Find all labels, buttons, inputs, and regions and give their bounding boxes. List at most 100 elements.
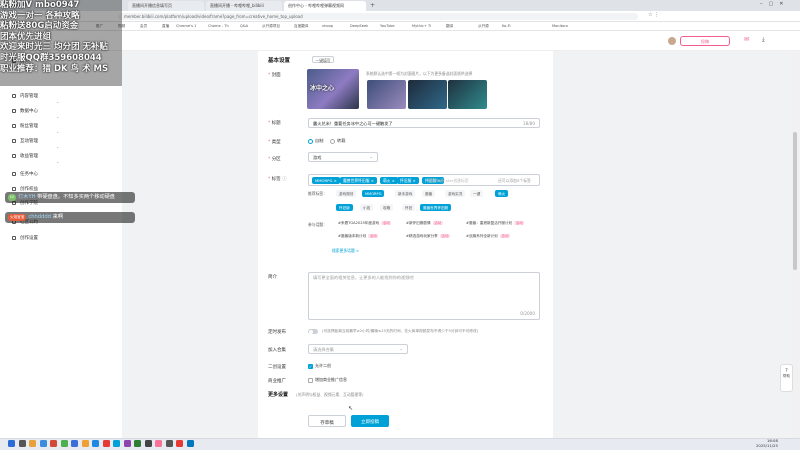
taskbar-app-icon[interactable] — [71, 440, 78, 447]
tag-chip[interactable]: 萌火 × — [380, 176, 398, 184]
tag-chip[interactable]: MMORPG × — [312, 176, 340, 184]
sidebar-item-money[interactable]: 收益管理 ⌄ — [12, 153, 59, 164]
taskbar-app-icon[interactable] — [186, 440, 194, 447]
taskbar-app-icon[interactable] — [165, 440, 173, 447]
topic-item[interactable]: #新怀旧服剧情 活动 — [406, 221, 443, 226]
bookmark-item[interactable]: Mythic+ Ti — [412, 24, 431, 28]
scrollbar-thumb[interactable] — [793, 132, 797, 270]
bookmark-item[interactable]: 从开源项目 — [262, 24, 280, 29]
bookmark-item[interactable]: 从开源 — [478, 24, 489, 29]
taskbar-app-icon[interactable] — [176, 440, 183, 447]
sidebar-item-data[interactable]: 数据中心 ⌄ — [12, 108, 59, 119]
sidebar-item-chat[interactable]: 互动管理 ⌄ — [12, 138, 59, 149]
recommended-tag[interactable]: 萌火 — [495, 190, 509, 197]
taskbar-app-icon[interactable] — [60, 440, 68, 447]
browser-tab[interactable]: 直播间开播信息填写页 — [128, 1, 204, 11]
sidebar-item-settings[interactable]: 创作设置 — [12, 235, 38, 241]
second-creation-checkbox[interactable]: ✓ 允许二创 — [308, 363, 331, 369]
cover-frame-option[interactable] — [367, 80, 406, 109]
topic-badge: 活动 — [514, 221, 525, 225]
recommended-tag[interactable]: 魔兽世界怀旧服 — [420, 204, 452, 211]
upload-button[interactable]: 投稿 — [680, 36, 730, 46]
window-controls-icon[interactable]: –▢✕ — [760, 1, 789, 7]
commercial-checkbox[interactable]: 增加商业推广信息 — [308, 377, 347, 383]
bookmark-item[interactable]: 会员 — [140, 24, 147, 29]
taskbar-app-icon[interactable] — [39, 440, 47, 447]
bookmark-item[interactable]: 百度翻译 — [294, 24, 308, 29]
topic-text: #新怀旧服剧情 — [406, 221, 431, 225]
download-icon[interactable]: ⤓ — [762, 36, 765, 44]
topic-badge: 活动 — [499, 234, 510, 238]
save-draft-button[interactable]: 存草稿 — [308, 415, 346, 427]
extensions-icon[interactable]: ☆ ⋮ — [648, 12, 659, 18]
intro-textarea[interactable]: 填写更全面的相关信息，让更多的人能找到你的视频吧 0/2000 — [308, 272, 540, 320]
bookmark-item[interactable]: 翻译 — [446, 24, 453, 29]
recommended-tag[interactable]: 怀旧 — [402, 204, 416, 211]
scheduled-toggle[interactable] — [308, 329, 318, 334]
type-repost-radio[interactable]: 转载 — [330, 138, 345, 144]
recommended-tag[interactable]: 攻略 — [380, 204, 394, 211]
taskbar-app-icon[interactable] — [50, 440, 57, 447]
taskbar-app-icon[interactable] — [144, 440, 152, 447]
sidebar-item-content[interactable]: 内容管理 ⌄ — [12, 93, 59, 104]
topic-item[interactable]: #精选游戏玩家分享 活动 — [406, 234, 450, 239]
bookmark-item[interactable]: Chome - Th — [208, 24, 229, 28]
recommended-tag[interactable]: 游戏规划 — [336, 190, 357, 197]
tag-chip[interactable]: 怀旧服 × — [397, 176, 419, 184]
recommended-tag[interactable]: 怀旧版 — [336, 204, 353, 211]
taskbar-app-icon[interactable] — [155, 440, 162, 447]
taskbar-app-icon[interactable] — [123, 440, 131, 447]
recommended-tag[interactable]: 魔兽 — [422, 190, 436, 197]
bookmark-item[interactable]: 直播 — [162, 24, 169, 29]
recommended-tag[interactable]: 一键 — [470, 190, 484, 197]
zone-select[interactable]: 游戏 ⌄ — [308, 152, 378, 162]
sidebar-item-task[interactable]: 任务中心 — [12, 171, 38, 177]
help-button[interactable]: ? 帮助 — [780, 364, 793, 392]
taskbar-app-icon[interactable] — [81, 440, 89, 447]
taskbar-app-icon[interactable] — [134, 440, 141, 447]
recommended-tag[interactable]: 新手游戏 — [395, 190, 416, 197]
danmu-message: 火焰宝宝 chhdddd 来啊 — [5, 212, 135, 223]
taskbar-app-icon[interactable] — [92, 440, 99, 447]
topic-item[interactable]: #魔兽版本新计划 活动 — [338, 234, 379, 239]
taskbar-app-icon[interactable] — [102, 440, 110, 447]
taskbar-app-icon[interactable] — [113, 440, 120, 447]
bookmark-item[interactable]: Chrome's 1 — [176, 24, 196, 28]
topic-item[interactable]: #来看TGA2025年度游戏 活动 — [338, 221, 392, 226]
overlay-text-line: 职业推荐：猎 DK 鸟 术 MS — [0, 63, 109, 74]
sidebar-item-label: 收益管理 — [20, 154, 38, 159]
sidebar-item-fans[interactable]: 粉丝管理 ⌄ — [12, 123, 59, 134]
recommended-tag[interactable]: 小技 — [360, 204, 374, 211]
one-click-fill-button[interactable]: 一键填写 — [312, 56, 334, 63]
more-settings-heading[interactable]: 更多设置 — [268, 391, 288, 398]
browser-tab-active[interactable]: 创作中心 - 哔哩哔哩弹幕视频网 — [284, 1, 366, 11]
url-input[interactable]: member.bilibili.com/platform/upload/vide… — [118, 13, 638, 20]
browser-tab[interactable]: 直播间开播 - 哔哩哔哩_bilibili — [206, 1, 282, 11]
topic-item[interactable]: #战旗系列全新计划 活动 — [466, 234, 510, 239]
collection-select[interactable]: 请选择合集 ⌄ — [308, 344, 408, 354]
new-tab-icon[interactable]: + — [370, 2, 375, 9]
recommended-tag[interactable]: 游戏实况 — [445, 190, 466, 197]
title-input[interactable]: 露火兑米！重要任务冰中之心可一键触发了 18/80 — [308, 118, 540, 128]
bookmark-item[interactable]: Q&A — [240, 24, 248, 28]
bookmark-item[interactable]: DeepSeek — [350, 24, 368, 28]
cover-frame-option[interactable] — [448, 80, 487, 109]
taskbar-app-icon[interactable] — [18, 440, 26, 447]
bookmark-item[interactable]: vhoop — [322, 24, 333, 28]
topic-badge: 活动 — [368, 234, 379, 238]
cover-image[interactable]: 冰中之心 — [307, 69, 359, 109]
bookmark-item[interactable]: Ko-Fi — [502, 24, 511, 28]
taskbar-app-icon[interactable] — [29, 440, 36, 447]
topic-item[interactable]: #魔兽：重燃新复活开服计划 活动 — [466, 221, 525, 226]
avatar[interactable] — [668, 37, 676, 45]
type-original-radio[interactable]: 自制 — [308, 138, 323, 144]
more-topics-link[interactable]: 搜索更多话题 > — [332, 248, 359, 254]
recommended-tag[interactable]: MMORPG — [362, 190, 385, 197]
cover-frame-option[interactable] — [408, 80, 447, 109]
message-icon[interactable]: ✉ — [744, 36, 749, 43]
bookmark-item[interactable]: YouTube — [380, 24, 395, 28]
taskbar-app-icon[interactable] — [8, 440, 15, 447]
bookmark-item[interactable]: Monitora — [552, 24, 568, 28]
tag-chip[interactable]: 魔兽世界怀旧服 × — [340, 176, 377, 184]
submit-button[interactable]: 立即投稿 — [351, 415, 389, 427]
